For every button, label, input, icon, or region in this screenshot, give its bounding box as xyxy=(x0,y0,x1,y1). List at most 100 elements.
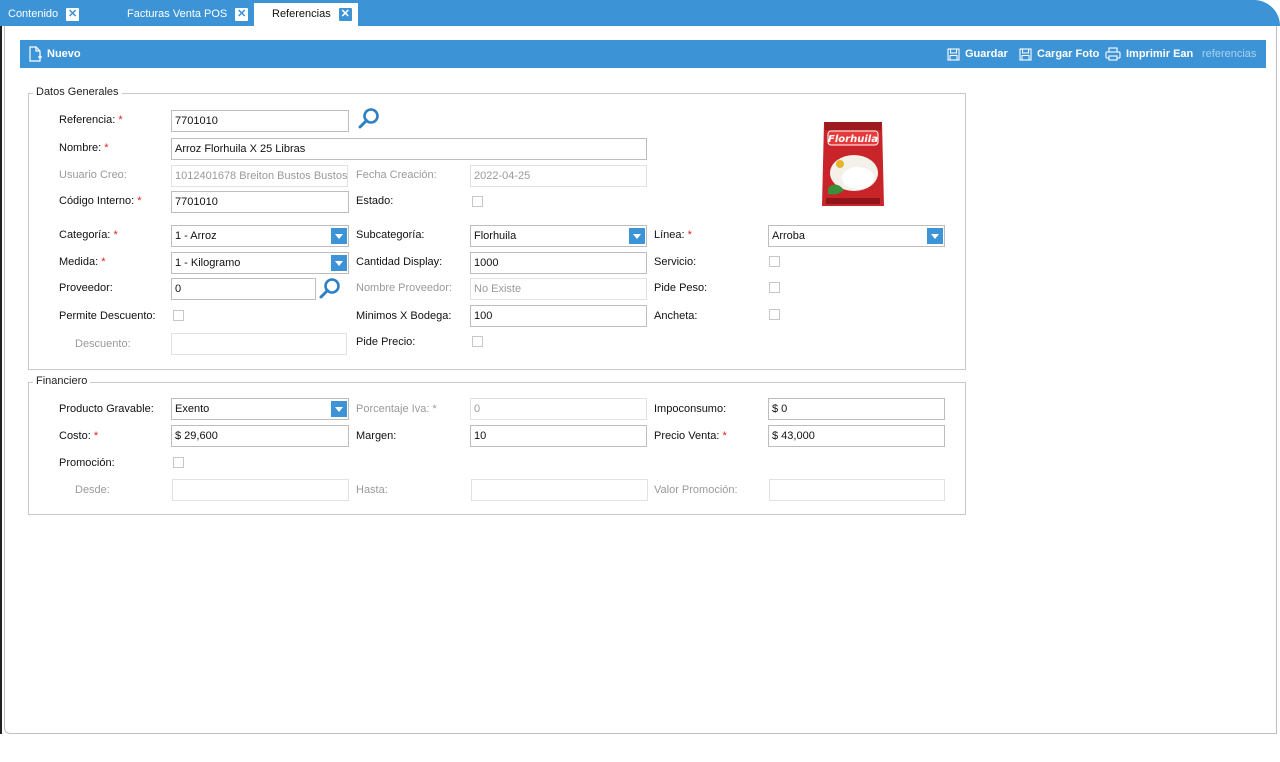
valor-promocion-label: Valor Promoción: xyxy=(654,484,738,496)
referencias-label: referencias xyxy=(1202,48,1257,60)
precio-venta-label: Precio Venta: * xyxy=(654,430,727,442)
descuento-input xyxy=(171,333,347,355)
fecha-creacion-label: Fecha Creación: xyxy=(356,169,437,181)
cargar-foto-button[interactable]: Cargar Foto xyxy=(1019,40,1099,68)
usuario-creo-label: Usuario Creo: xyxy=(59,169,127,181)
close-icon[interactable]: ✕ xyxy=(66,8,80,21)
nombre-input[interactable]: Arroz Florhuila X 25 Libras xyxy=(171,138,647,160)
tab-contenido[interactable]: Contenido ✕ xyxy=(8,3,80,26)
tab-bar: Contenido ✕ Facturas Venta POS ✕ Referen… xyxy=(0,0,1280,26)
close-icon[interactable]: ✕ xyxy=(338,8,352,21)
subcategoria-label: Subcategoría: xyxy=(356,229,425,241)
producto-gravable-value: Exento xyxy=(175,403,210,415)
impoconsumo-label: Impoconsumo: xyxy=(654,403,727,415)
imprimir-ean-button[interactable]: Imprimir Ean xyxy=(1105,40,1193,68)
proveedor-input[interactable]: 0 xyxy=(171,278,316,300)
cargar-foto-label: Cargar Foto xyxy=(1037,48,1100,60)
chevron-down-icon[interactable] xyxy=(331,401,347,417)
costo-label: Costo: * xyxy=(59,430,99,442)
permite-descuento-label: Permite Descuento: xyxy=(59,310,156,322)
subcategoria-select[interactable]: Florhuila xyxy=(470,225,647,247)
pide-peso-checkbox[interactable] xyxy=(769,282,780,293)
product-image: Florhuila xyxy=(822,122,884,206)
margen-label: Margen: xyxy=(356,430,397,442)
linea-label: Línea: * xyxy=(654,229,692,241)
servicio-checkbox[interactable] xyxy=(769,256,780,267)
tab-label: Contenido xyxy=(8,8,59,20)
precio-venta-input[interactable]: $ 43,000 xyxy=(768,425,945,447)
cantidad-display-input[interactable]: 1000 xyxy=(470,252,647,274)
subcategoria-value: Florhuila xyxy=(474,230,517,242)
producto-gravable-select[interactable]: Exento xyxy=(171,398,349,420)
categoria-select[interactable]: 1 - Arroz xyxy=(171,225,349,247)
servicio-label: Servicio: xyxy=(654,256,697,268)
nombre-proveedor-label: Nombre Proveedor: xyxy=(356,282,452,294)
referencia-label: Referencia: * xyxy=(59,114,123,126)
estado-label: Estado: xyxy=(356,195,394,207)
tab-facturas-venta-pos[interactable]: Facturas Venta POS ✕ xyxy=(127,3,249,26)
close-icon[interactable]: ✕ xyxy=(235,8,249,21)
estado-checkbox[interactable] xyxy=(472,196,483,207)
tab-referencias[interactable]: Referencias ✕ xyxy=(254,3,358,26)
porcentaje-iva-input: 0 xyxy=(470,398,647,420)
pide-precio-label: Pide Precio: xyxy=(356,336,416,348)
ancheta-label: Ancheta: xyxy=(654,310,698,322)
search-icon[interactable] xyxy=(318,277,342,301)
desde-label: Desde: xyxy=(75,484,110,496)
tab-label: Facturas Venta POS xyxy=(127,8,228,20)
new-document-icon xyxy=(29,46,42,62)
linea-select[interactable]: Arroba xyxy=(768,225,945,247)
valor-promocion-input xyxy=(769,479,945,501)
linea-value: Arroba xyxy=(772,230,806,242)
medida-select[interactable]: 1 - Kilogramo xyxy=(171,252,349,274)
pide-peso-label: Pide Peso: xyxy=(654,282,708,294)
financiero-legend: Financiero xyxy=(33,375,91,387)
codigo-interno-label: Código Interno: * xyxy=(59,195,142,207)
svg-text:Florhuila: Florhuila xyxy=(828,134,878,145)
promocion-checkbox[interactable] xyxy=(173,457,184,468)
minimos-bodega-input[interactable]: 100 xyxy=(470,305,647,327)
desde-input xyxy=(172,479,349,501)
porcentaje-iva-label: Porcentaje Iva: * xyxy=(356,403,437,415)
toolbar: Nuevo Guardar Cargar Foto Imprimir Ean r… xyxy=(20,40,1266,68)
promocion-label: Promoción: xyxy=(59,457,115,469)
referencias-link[interactable]: referencias xyxy=(1202,40,1256,68)
search-icon[interactable] xyxy=(357,107,381,131)
referencia-input[interactable]: 7701010 xyxy=(171,110,349,132)
hasta-input xyxy=(471,479,648,501)
proveedor-label: Proveedor: xyxy=(59,282,113,294)
minimos-bodega-label: Minimos X Bodega: xyxy=(356,310,452,322)
nuevo-label: Nuevo xyxy=(47,48,81,60)
datos-generales-legend: Datos Generales xyxy=(33,86,122,98)
codigo-interno-input[interactable]: 7701010 xyxy=(171,191,349,213)
pide-precio-checkbox[interactable] xyxy=(472,336,483,347)
medida-label: Medida: * xyxy=(59,256,106,268)
hasta-label: Hasta: xyxy=(356,484,388,496)
chevron-down-icon[interactable] xyxy=(629,228,645,244)
costo-input[interactable]: $ 29,600 xyxy=(171,425,349,447)
nuevo-button[interactable]: Nuevo xyxy=(28,40,81,68)
chevron-down-icon[interactable] xyxy=(331,255,347,271)
categoria-value: 1 - Arroz xyxy=(175,230,217,242)
chevron-down-icon[interactable] xyxy=(331,228,347,244)
usuario-creo-input: 1012401678 Breiton Bustos Bustos xyxy=(171,165,348,187)
guardar-label: Guardar xyxy=(965,48,1008,60)
nombre-proveedor-input: No Existe xyxy=(470,278,647,300)
guardar-button[interactable]: Guardar xyxy=(947,40,1008,68)
cantidad-display-label: Cantidad Display: xyxy=(356,256,443,268)
margen-input[interactable]: 10 xyxy=(470,425,647,447)
categoria-label: Categoría: * xyxy=(59,229,118,241)
permite-descuento-checkbox[interactable] xyxy=(173,310,184,321)
descuento-label: Descuento: xyxy=(75,338,131,350)
imprimir-ean-label: Imprimir Ean xyxy=(1126,48,1194,60)
save-icon xyxy=(947,47,960,61)
ancheta-checkbox[interactable] xyxy=(769,309,780,320)
tab-label: Referencias xyxy=(272,8,331,20)
impoconsumo-input[interactable]: $ 0 xyxy=(768,398,945,420)
fecha-creacion-input: 2022-04-25 xyxy=(470,165,647,187)
nombre-label: Nombre: * xyxy=(59,142,109,154)
medida-value: 1 - Kilogramo xyxy=(175,257,241,269)
producto-gravable-label: Producto Gravable: xyxy=(59,403,154,415)
chevron-down-icon[interactable] xyxy=(927,228,943,244)
printer-icon xyxy=(1105,47,1121,61)
